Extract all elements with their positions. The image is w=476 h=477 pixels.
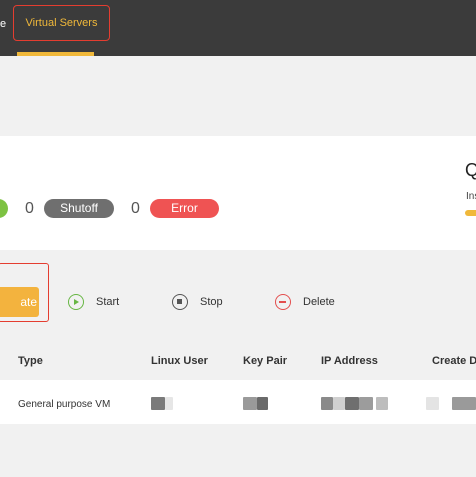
minus-circle-icon: [275, 294, 291, 310]
start-label: Start: [96, 296, 120, 308]
redacted-key-pair: [243, 397, 257, 410]
top-nav-bar: e Virtual Servers: [0, 0, 476, 56]
create-button[interactable]: ate: [0, 287, 39, 317]
redacted-date-part-2: [452, 397, 476, 410]
quota-progress-bar: [465, 210, 476, 216]
redacted-ip-part-2: [333, 397, 345, 410]
column-header-linux-user[interactable]: Linux User: [151, 355, 208, 367]
error-count: 0: [131, 200, 140, 217]
status-summary-card: 0 Shutoff 0 Error Q Ins: [0, 136, 476, 250]
column-header-type[interactable]: Type: [18, 355, 43, 367]
stop-circle-icon: [172, 294, 188, 310]
column-header-key-pair[interactable]: Key Pair: [243, 355, 287, 367]
running-status-pill: [0, 199, 8, 218]
error-status-pill: Error: [150, 199, 219, 218]
redacted-linux-user: [151, 397, 165, 410]
redacted-ip-part-3: [345, 397, 359, 410]
shutoff-count: 0: [25, 200, 34, 217]
redacted-ip-part-5: [376, 397, 388, 410]
redacted-date-part-1: [426, 397, 439, 410]
redacted-key-pair-part: [257, 397, 268, 410]
table-row[interactable]: General purpose VM: [0, 380, 476, 424]
quota-subtitle: Ins: [466, 191, 476, 202]
nav-item-previous[interactable]: e: [0, 18, 6, 30]
nav-tab-virtual-servers[interactable]: Virtual Servers: [13, 5, 110, 41]
redacted-linux-user-fade: [165, 397, 173, 410]
active-tab-indicator: [17, 52, 94, 56]
quota-title: Q: [465, 160, 476, 180]
shutoff-status-pill: Shutoff: [44, 199, 114, 218]
delete-label: Delete: [303, 296, 335, 308]
stop-label: Stop: [200, 296, 223, 308]
redacted-ip-part-4: [359, 397, 373, 410]
redacted-ip-part-1: [321, 397, 333, 410]
nav-tab-label: Virtual Servers: [25, 17, 98, 29]
column-header-ip-address[interactable]: IP Address: [321, 355, 378, 367]
delete-button[interactable]: Delete: [275, 293, 335, 311]
cell-type: General purpose VM: [18, 399, 111, 410]
column-header-create-date[interactable]: Create D: [432, 355, 476, 367]
start-button[interactable]: Start: [68, 293, 119, 311]
play-circle-icon: [68, 294, 84, 310]
stop-button[interactable]: Stop: [172, 293, 223, 311]
